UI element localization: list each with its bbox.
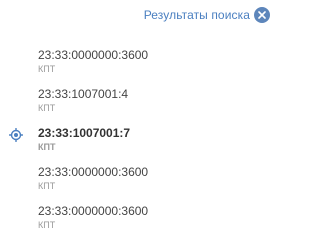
result-item-active[interactable]: 23:33:1007001:7 КПТ xyxy=(0,126,273,165)
result-item[interactable]: 23:33:0000000:3600 КПТ xyxy=(0,204,273,243)
cadastral-number: 23:33:1007001:7 xyxy=(38,126,131,140)
result-item[interactable]: 23:33:1007001:4 КПТ xyxy=(0,87,273,126)
cadastral-number: 23:33:1007001:4 xyxy=(38,87,129,101)
result-type: КПТ xyxy=(38,64,56,74)
result-item[interactable]: 23:33:0000000:3600 КПТ xyxy=(0,48,273,87)
close-icon[interactable] xyxy=(254,7,270,23)
cadastral-number: 23:33:0000000:3600 xyxy=(38,204,149,218)
result-type: КПТ xyxy=(38,103,56,113)
search-results-header: Результаты поиска xyxy=(144,7,270,23)
result-type: КПТ xyxy=(38,220,56,230)
locate-icon[interactable] xyxy=(8,127,24,143)
search-results-title[interactable]: Результаты поиска xyxy=(144,8,250,22)
search-results-list: 23:33:0000000:3600 КПТ 23:33:1007001:4 К… xyxy=(0,48,273,243)
result-type: КПТ xyxy=(38,142,56,152)
result-item[interactable]: 23:33:0000000:3600 КПТ xyxy=(0,165,273,204)
cadastral-number: 23:33:0000000:3600 xyxy=(38,165,149,179)
cadastral-number: 23:33:0000000:3600 xyxy=(38,48,149,62)
result-type: КПТ xyxy=(38,181,56,191)
